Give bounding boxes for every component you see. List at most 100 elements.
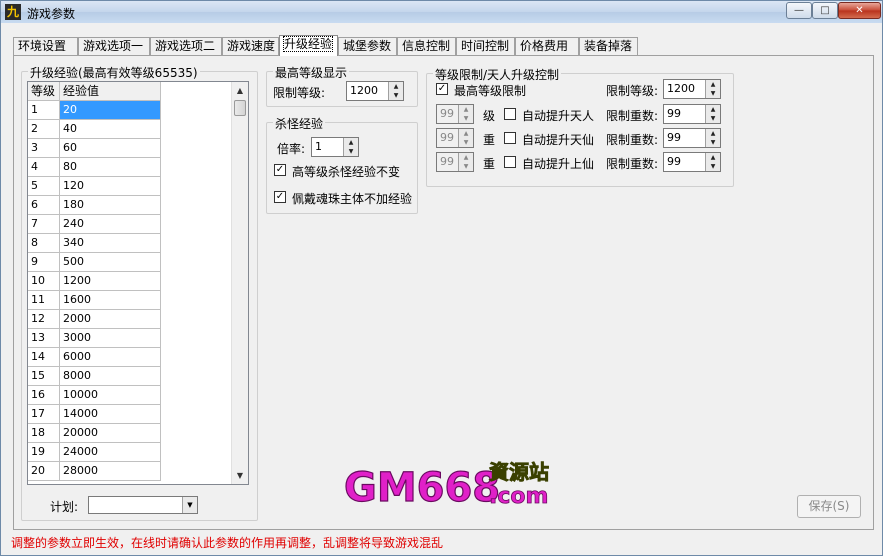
exp-cell[interactable]: 60 bbox=[60, 139, 161, 158]
tianxian-limit-value: 99 bbox=[667, 131, 681, 144]
spin-arrows[interactable]: ▲ ▼ bbox=[458, 129, 473, 147]
level-cell[interactable]: 17 bbox=[28, 405, 60, 424]
exp-cell[interactable]: 500 bbox=[60, 253, 161, 272]
spin-up-icon: ▲ bbox=[348, 139, 354, 146]
tianren-level-spin[interactable]: 99 ▲ ▼ bbox=[436, 104, 474, 124]
level-cell[interactable]: 14 bbox=[28, 348, 60, 367]
tab-price-fees[interactable]: 价格费用 bbox=[515, 37, 579, 56]
level-cell[interactable]: 20 bbox=[28, 462, 60, 481]
minimize-button[interactable]: — bbox=[786, 2, 812, 19]
soul-pearl-no-exp-checkbox[interactable]: ✓ bbox=[274, 191, 286, 203]
level-cell[interactable]: 10 bbox=[28, 272, 60, 291]
level-cell[interactable]: 2 bbox=[28, 120, 60, 139]
level-cell[interactable]: 1 bbox=[28, 101, 60, 120]
exp-cell[interactable]: 6000 bbox=[60, 348, 161, 367]
level-cell[interactable]: 6 bbox=[28, 196, 60, 215]
vertical-scrollbar[interactable]: ▲ ▼ bbox=[231, 82, 248, 484]
spin-arrows[interactable]: ▲ ▼ bbox=[458, 105, 473, 123]
level-cell[interactable]: 16 bbox=[28, 386, 60, 405]
tab-game-speed[interactable]: 游戏速度 bbox=[222, 37, 279, 56]
spin-down-icon: ▼ bbox=[710, 90, 716, 97]
exp-cell[interactable]: 10000 bbox=[60, 386, 161, 405]
exp-cell[interactable]: 14000 bbox=[60, 405, 161, 424]
shangxian-limit-spin[interactable]: 99 ▲ ▼ bbox=[663, 152, 721, 172]
max-level-limit-checkbox[interactable]: ✓ bbox=[436, 83, 448, 95]
spin-arrows[interactable]: ▲ ▼ bbox=[705, 153, 720, 171]
high-level-kill-exp-checkbox[interactable]: ✓ bbox=[274, 164, 286, 176]
shangxian-level-spin[interactable]: 99 ▲ ▼ bbox=[436, 152, 474, 172]
chevron-down-icon[interactable]: ▼ bbox=[182, 497, 197, 513]
max-level-limit-label: 限制等级: bbox=[273, 86, 326, 100]
tab-info-control[interactable]: 信息控制 bbox=[397, 37, 456, 56]
limit-level-spin[interactable]: 1200 ▲ ▼ bbox=[663, 79, 721, 99]
level-cell[interactable]: 9 bbox=[28, 253, 60, 272]
level-cell[interactable]: 4 bbox=[28, 158, 60, 177]
exp-cell[interactable]: 2000 bbox=[60, 310, 161, 329]
scroll-down-icon[interactable]: ▼ bbox=[232, 467, 248, 484]
tab-game-options-2[interactable]: 游戏选项二 bbox=[150, 37, 222, 56]
exp-table[interactable]: 等级 经验值 1 20 2 40 3 60 4 80 5 120 6 180 7 240 8 340 9 500 1… bbox=[27, 81, 249, 485]
exp-cell[interactable]: 3000 bbox=[60, 329, 161, 348]
level-cell[interactable]: 5 bbox=[28, 177, 60, 196]
level-cell[interactable]: 8 bbox=[28, 234, 60, 253]
exp-cell[interactable]: 1600 bbox=[60, 291, 161, 310]
tianxian-limit-spin[interactable]: 99 ▲ ▼ bbox=[663, 128, 721, 148]
plan-select[interactable]: ▼ bbox=[88, 496, 198, 514]
level-cell[interactable]: 7 bbox=[28, 215, 60, 234]
tab-castle-params[interactable]: 城堡参数 bbox=[338, 37, 397, 56]
tianren-limit-spin[interactable]: 99 ▲ ▼ bbox=[663, 104, 721, 124]
auto-tianren-checkbox[interactable] bbox=[504, 108, 516, 120]
max-level-spin[interactable]: 1200 ▲ ▼ bbox=[346, 81, 404, 101]
exp-cell[interactable]: 24000 bbox=[60, 443, 161, 462]
level-cell[interactable]: 15 bbox=[28, 367, 60, 386]
level-limit-group-title: 等级限制/天人升级控制 bbox=[433, 66, 562, 83]
shangxian-limit-value: 99 bbox=[667, 155, 681, 168]
spin-arrows[interactable]: ▲ ▼ bbox=[343, 138, 358, 156]
scroll-up-icon[interactable]: ▲ bbox=[232, 82, 248, 99]
exp-cell[interactable]: 8000 bbox=[60, 367, 161, 386]
spin-down-icon: ▼ bbox=[463, 139, 469, 146]
level-cell[interactable]: 11 bbox=[28, 291, 60, 310]
exp-cell[interactable]: 240 bbox=[60, 215, 161, 234]
spin-up-icon: ▲ bbox=[710, 81, 716, 88]
tianren-unit-label: 级 bbox=[483, 109, 496, 123]
auto-shangxian-checkbox[interactable] bbox=[504, 156, 516, 168]
exp-cell[interactable]: 28000 bbox=[60, 462, 161, 481]
spin-arrows[interactable]: ▲ ▼ bbox=[705, 129, 720, 147]
exp-cell[interactable]: 1200 bbox=[60, 272, 161, 291]
col-header-exp: 经验值 bbox=[60, 82, 161, 101]
exp-cell[interactable]: 80 bbox=[60, 158, 161, 177]
level-cell[interactable]: 18 bbox=[28, 424, 60, 443]
save-button[interactable]: 保存(S) bbox=[797, 495, 861, 518]
close-button[interactable]: ✕ bbox=[838, 2, 881, 19]
spin-arrows[interactable]: ▲ ▼ bbox=[458, 153, 473, 171]
exp-cell[interactable]: 340 bbox=[60, 234, 161, 253]
auto-tianxian-checkbox[interactable] bbox=[504, 132, 516, 144]
exp-cell[interactable]: 120 bbox=[60, 177, 161, 196]
exp-cell[interactable]: 20000 bbox=[60, 424, 161, 443]
exp-cell[interactable]: 180 bbox=[60, 196, 161, 215]
level-cell[interactable]: 12 bbox=[28, 310, 60, 329]
spin-down-icon: ▼ bbox=[348, 148, 354, 155]
tab-equip-drop[interactable]: 装备掉落 bbox=[579, 37, 638, 56]
spin-arrows[interactable]: ▲ ▼ bbox=[388, 82, 403, 100]
limit-level-value: 1200 bbox=[667, 82, 695, 95]
tab-environment[interactable]: 环境设置 bbox=[13, 37, 78, 56]
scroll-thumb[interactable] bbox=[234, 100, 246, 116]
spin-up-icon: ▲ bbox=[463, 130, 469, 137]
tianxian-level-spin[interactable]: 99 ▲ ▼ bbox=[436, 128, 474, 148]
tab-game-options-1[interactable]: 游戏选项一 bbox=[78, 37, 150, 56]
level-cell[interactable]: 19 bbox=[28, 443, 60, 462]
tab-time-control[interactable]: 时间控制 bbox=[456, 37, 515, 56]
maximize-button[interactable]: □ bbox=[812, 2, 838, 19]
rate-spin[interactable]: 1 ▲ ▼ bbox=[311, 137, 359, 157]
title-bar[interactable]: 九 游戏参数 — □ ✕ bbox=[1, 1, 882, 23]
spin-up-icon: ▲ bbox=[463, 154, 469, 161]
exp-cell[interactable]: 40 bbox=[60, 120, 161, 139]
tab-level-exp[interactable]: 升级经验 bbox=[279, 35, 338, 56]
spin-arrows[interactable]: ▲ ▼ bbox=[705, 80, 720, 98]
level-cell[interactable]: 3 bbox=[28, 139, 60, 158]
level-cell[interactable]: 13 bbox=[28, 329, 60, 348]
spin-arrows[interactable]: ▲ ▼ bbox=[705, 105, 720, 123]
exp-cell[interactable]: 20 bbox=[60, 101, 161, 120]
